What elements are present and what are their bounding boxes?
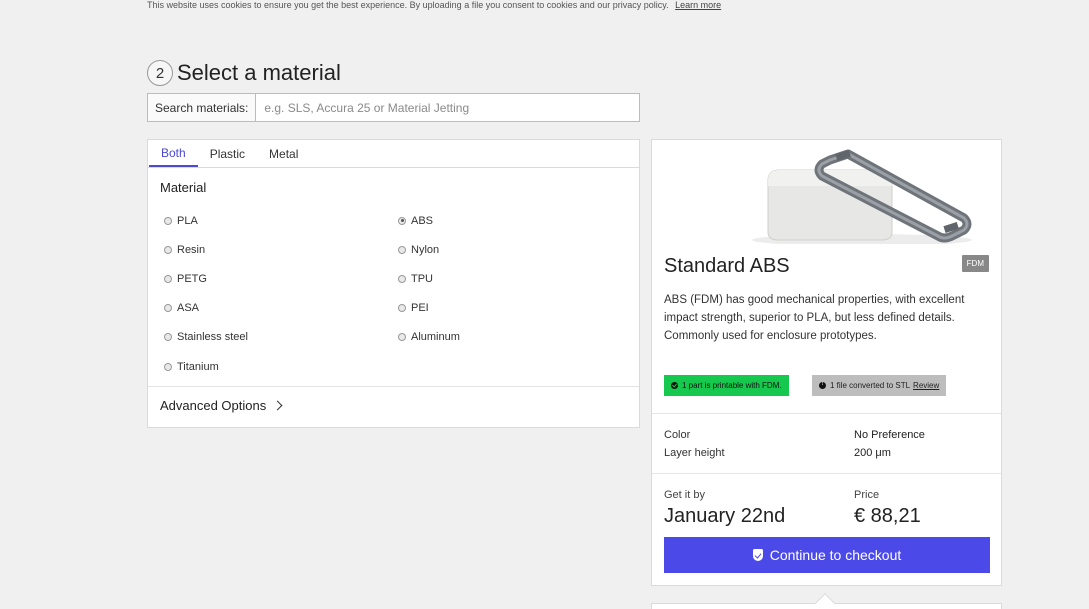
divider <box>652 473 1001 474</box>
material-search: Search materials: <box>147 93 640 122</box>
material-panel: Both Plastic Metal Material PLA ABS Resi… <box>147 139 640 428</box>
tab-both[interactable]: Both <box>149 140 198 167</box>
material-description: ABS (FDM) has good mechanical properties… <box>664 294 965 342</box>
learn-more-link[interactable]: Learn more <box>675 0 721 10</box>
chevron-right-icon <box>272 400 283 411</box>
search-label: Search materials: <box>148 94 257 121</box>
radio-button[interactable] <box>164 362 172 371</box>
option-label: ABS <box>411 214 434 227</box>
info-circle-icon <box>819 381 826 389</box>
option-label: PETG <box>177 272 207 285</box>
color-label: Color <box>664 429 691 441</box>
cookie-text: This website uses cookies to ensure you … <box>147 0 669 10</box>
radio-button[interactable] <box>398 245 406 254</box>
option-label: PLA <box>177 214 198 227</box>
cookie-notice: This website uses cookies to ensure you … <box>147 0 721 10</box>
price-label: Price <box>854 489 880 501</box>
divider <box>652 413 1001 414</box>
radio-button[interactable] <box>398 274 406 283</box>
price-value: € 88,21 <box>854 505 921 527</box>
page-title: Select a material <box>177 60 341 85</box>
material-option-pla[interactable]: PLA <box>164 206 398 235</box>
layer-height-label: Layer height <box>664 447 725 459</box>
option-label: PEI <box>411 302 429 315</box>
material-option-asa[interactable]: ASA <box>164 294 398 323</box>
option-label: Resin <box>177 243 206 256</box>
material-option-pei[interactable]: PEI <box>398 294 624 323</box>
option-label: Nylon <box>411 243 440 256</box>
material-heading: Material <box>160 180 207 195</box>
material-option-tpu[interactable]: TPU <box>398 264 624 293</box>
radio-button[interactable] <box>164 216 172 225</box>
printable-status-text: 1 part is printable with FDM. <box>682 381 782 390</box>
material-title: Standard ABS <box>664 255 790 277</box>
option-label: Aluminum <box>411 331 460 344</box>
abs-part-image <box>652 140 1001 244</box>
review-link[interactable]: Review <box>913 381 939 390</box>
step-header: 2 Select a material <box>147 60 341 86</box>
step-number: 2 <box>147 60 173 86</box>
material-tabs: Both Plastic Metal <box>148 140 639 168</box>
material-image <box>652 140 1001 244</box>
conversion-status-text: 1 file converted to STL <box>830 381 911 390</box>
delivery-date: January 22nd <box>664 505 786 527</box>
material-option-abs[interactable]: ABS <box>398 206 624 235</box>
divider <box>148 386 639 387</box>
delivery-label: Get it by <box>664 489 705 501</box>
tab-metal[interactable]: Metal <box>257 140 310 167</box>
material-option-petg[interactable]: PETG <box>164 264 398 293</box>
material-option-resin[interactable]: Resin <box>164 235 398 264</box>
material-option-nylon[interactable]: Nylon <box>398 235 624 264</box>
technology-badge: FDM <box>961 255 989 272</box>
tab-plastic[interactable]: Plastic <box>198 140 257 167</box>
material-card: Standard ABS FDM ABS (FDM) has good mech… <box>651 139 1002 586</box>
shield-check-icon <box>752 549 763 561</box>
option-label: Stainless steel <box>177 331 248 344</box>
option-label: Titanium <box>177 360 219 373</box>
radio-button[interactable] <box>398 216 406 225</box>
radio-button[interactable] <box>398 304 406 313</box>
radio-button[interactable] <box>164 304 172 313</box>
layer-height-value: 200 μm <box>854 447 891 459</box>
material-option-aluminum[interactable]: Aluminum <box>398 323 624 352</box>
material-option-titanium[interactable]: Titanium <box>164 352 398 381</box>
checkout-label: Continue to checkout <box>769 547 902 563</box>
radio-button[interactable] <box>164 333 172 342</box>
option-label: ASA <box>177 302 200 315</box>
search-input[interactable] <box>256 94 639 121</box>
check-circle-icon <box>671 382 678 389</box>
radio-button[interactable] <box>164 274 172 283</box>
continue-to-checkout-button[interactable]: Continue to checkout <box>664 537 990 573</box>
option-label: TPU <box>411 272 433 285</box>
material-options: PLA ABS Resin Nylon PETG TPU ASA PEI Sta… <box>164 206 624 381</box>
radio-button[interactable] <box>398 333 406 342</box>
material-option-stainless-steel[interactable]: Stainless steel <box>164 323 398 352</box>
advanced-options-toggle[interactable]: Advanced Options <box>160 398 283 413</box>
conversion-status-badge: 1 file converted to STL Review <box>812 375 947 396</box>
advanced-options-label: Advanced Options <box>160 398 267 413</box>
radio-button[interactable] <box>164 245 172 254</box>
color-value: No Preference <box>854 429 925 441</box>
printable-status-badge: 1 part is printable with FDM. <box>664 375 789 396</box>
